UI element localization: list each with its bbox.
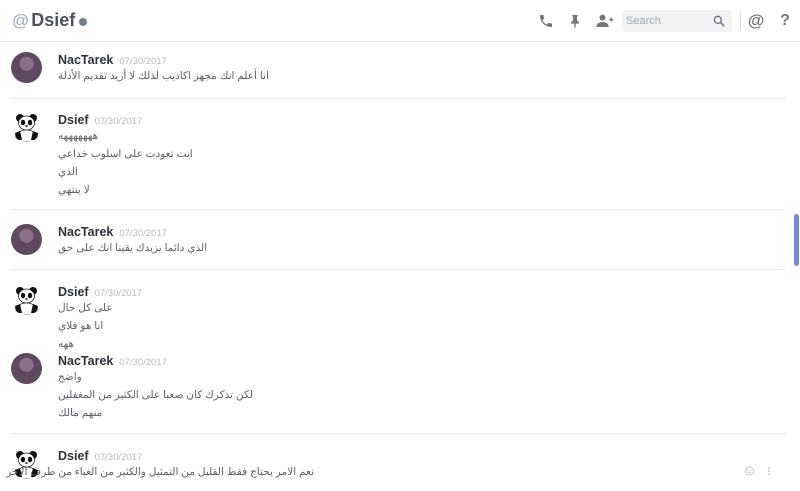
message-header: NacTarek 07/30/2017 bbox=[58, 354, 167, 368]
avatar[interactable] bbox=[11, 224, 42, 255]
message-text: الذي bbox=[58, 166, 78, 178]
message-header: NacTarek 07/30/2017 bbox=[58, 53, 167, 67]
channel-header: @ Dsief @ ? bbox=[0, 0, 800, 42]
avatar[interactable] bbox=[11, 284, 42, 315]
message-text: هههههههه bbox=[58, 130, 99, 142]
help-glyph: ? bbox=[780, 12, 790, 29]
timestamp: 07/30/2017 bbox=[94, 116, 143, 127]
message-text: انا هو فلاي bbox=[58, 320, 104, 332]
username[interactable]: Dsief bbox=[58, 449, 89, 463]
dm-title: @ Dsief bbox=[12, 10, 88, 31]
dm-recipient-name: Dsief bbox=[31, 10, 76, 30]
message-text: الذي دائما يزيدك يقينا انك على حق bbox=[58, 242, 208, 254]
more-options-icon[interactable] bbox=[764, 465, 774, 477]
message-text: انا أعلم انك مجهز اكاذيب لذلك لا أريد تق… bbox=[58, 70, 269, 82]
message-text: انت تعودت على اسلوب خداعي bbox=[58, 148, 193, 160]
help-icon[interactable]: ? bbox=[775, 11, 795, 31]
phone-icon[interactable] bbox=[536, 11, 556, 31]
message-divider bbox=[10, 269, 786, 270]
message-actions bbox=[744, 465, 774, 477]
message-divider bbox=[10, 209, 786, 210]
search-icon[interactable] bbox=[712, 14, 726, 28]
avatar[interactable] bbox=[11, 353, 42, 384]
timestamp: 07/30/2017 bbox=[119, 56, 167, 67]
timestamp: 07/30/2017 bbox=[119, 228, 167, 239]
message-divider bbox=[10, 433, 786, 434]
message-text: على كل حال bbox=[58, 302, 113, 314]
username[interactable]: NacTarek bbox=[58, 53, 113, 67]
add-friend-icon[interactable] bbox=[593, 11, 615, 31]
message-text: ههه bbox=[58, 338, 75, 350]
message-header: Dsief 07/30/2017 bbox=[58, 449, 142, 463]
message-divider bbox=[10, 98, 786, 99]
username[interactable]: NacTarek bbox=[58, 225, 113, 239]
username[interactable]: NacTarek bbox=[58, 354, 113, 368]
message-header: Dsief 07/30/2017 bbox=[58, 113, 142, 127]
username[interactable]: Dsief bbox=[58, 113, 89, 127]
avatar[interactable] bbox=[11, 52, 42, 83]
avatar[interactable] bbox=[11, 111, 42, 142]
message-text: لا ينتهي bbox=[58, 184, 90, 196]
message-header: Dsief 07/30/2017 bbox=[58, 285, 142, 299]
mention-glyph: @ bbox=[747, 11, 765, 30]
username[interactable]: Dsief bbox=[58, 285, 89, 299]
message-text: منهم مالك bbox=[58, 407, 103, 419]
scrollbar-track[interactable] bbox=[794, 42, 800, 491]
search-input[interactable] bbox=[626, 13, 710, 29]
search-bar[interactable] bbox=[622, 10, 732, 32]
timestamp: 07/30/2017 bbox=[119, 357, 167, 368]
message-text: نعم الامر يحتاج فقط القليل من التمثيل وا… bbox=[6, 466, 314, 478]
pin-icon[interactable] bbox=[565, 11, 585, 31]
timestamp: 07/30/2017 bbox=[94, 288, 143, 299]
add-reaction-icon[interactable] bbox=[744, 465, 756, 477]
message-header: NacTarek 07/30/2017 bbox=[58, 225, 167, 239]
message-list[interactable]: NacTarek 07/30/2017 انا أعلم انك مجهز اك… bbox=[0, 42, 792, 491]
mention-icon[interactable]: @ bbox=[746, 11, 766, 31]
scrollbar-thumb[interactable] bbox=[794, 214, 799, 266]
message-text: لكن تذكرك كان صعبا على الكثير من المغفلي… bbox=[58, 389, 253, 401]
timestamp: 07/30/2017 bbox=[94, 452, 143, 463]
message-text: واضح bbox=[58, 371, 82, 383]
status-indicator bbox=[79, 17, 88, 26]
header-divider bbox=[740, 12, 741, 30]
at-symbol: @ bbox=[12, 10, 30, 30]
